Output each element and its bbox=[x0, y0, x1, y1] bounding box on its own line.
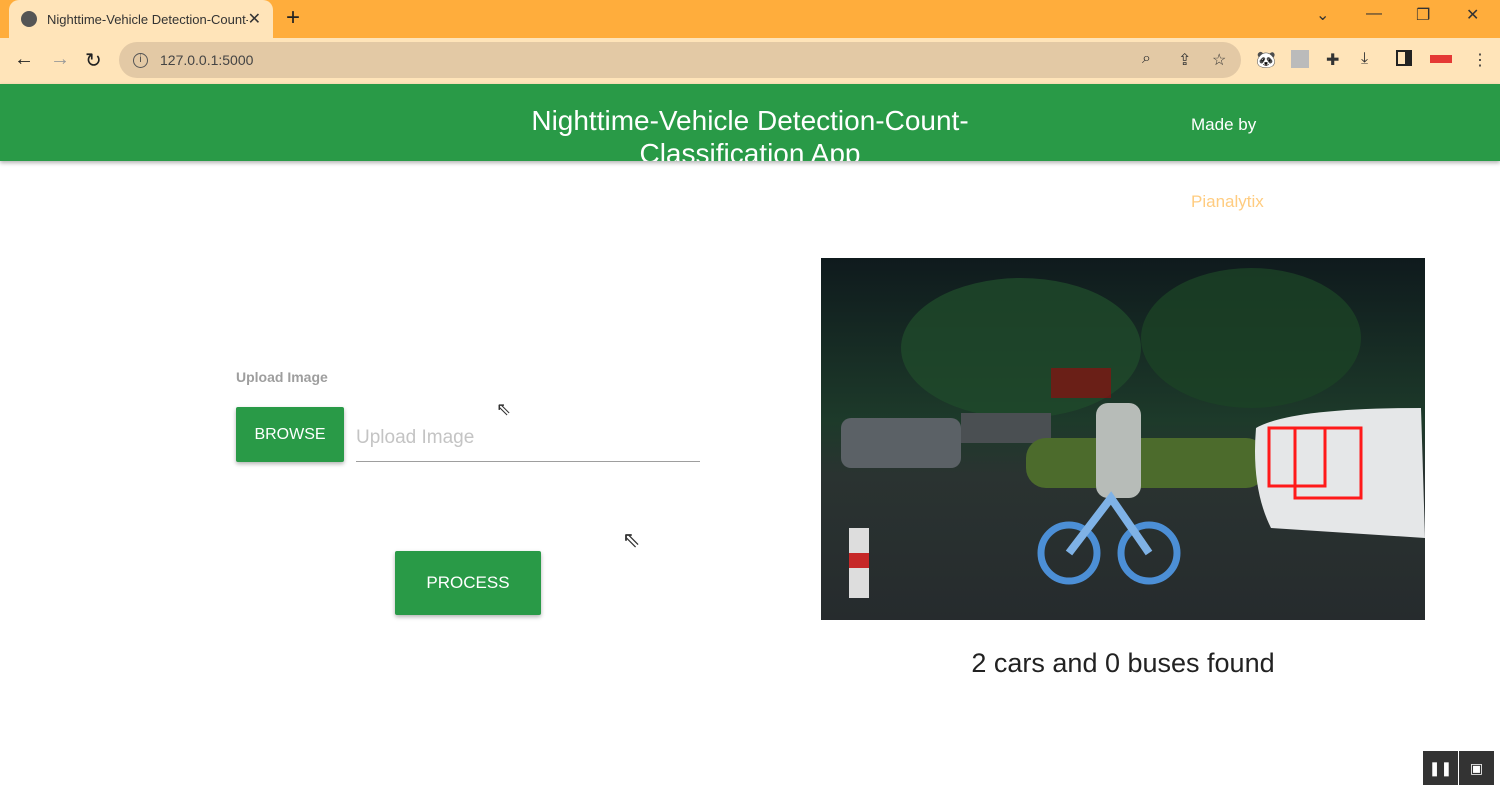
upload-label: Upload Image bbox=[236, 369, 328, 385]
close-tab-icon[interactable]: ✕ bbox=[248, 9, 261, 29]
globe-icon bbox=[21, 11, 37, 27]
app-header: Nighttime-Vehicle Detection-Count-Classi… bbox=[0, 84, 1500, 161]
bookmark-star-icon[interactable]: ☆ bbox=[1212, 50, 1226, 70]
author-link[interactable]: Pianalytix bbox=[1191, 192, 1264, 212]
mouse-cursor-icon: ⇖ bbox=[622, 527, 641, 552]
picture-in-picture-icon[interactable]: ▣ bbox=[1459, 751, 1494, 785]
recording-extension-icon[interactable] bbox=[1430, 55, 1452, 63]
browser-toolbar: ← → ↻ i 127.0.0.1:5000 ⌕ ⇪ ☆ 🐼 ✚ ⤓ ⋮ bbox=[0, 38, 1500, 84]
restore-icon[interactable]: ❐ bbox=[1416, 5, 1430, 25]
app-title: Nighttime-Vehicle Detection-Count-Classi… bbox=[531, 105, 969, 161]
zoom-icon[interactable]: ⌕ bbox=[1142, 50, 1151, 68]
minimize-icon[interactable]: — bbox=[1366, 5, 1382, 23]
new-tab-button[interactable]: + bbox=[286, 4, 300, 32]
reload-icon[interactable]: ↻ bbox=[85, 48, 102, 73]
result-text: 2 cars and 0 buses found bbox=[971, 648, 1275, 678]
address-bar[interactable]: i 127.0.0.1:5000 bbox=[119, 42, 1241, 78]
share-icon[interactable]: ⇪ bbox=[1178, 50, 1191, 70]
tab-title: Nighttime-Vehicle Detection-Count-Classi… bbox=[47, 11, 248, 27]
panda-extension-icon[interactable]: 🐼 bbox=[1256, 50, 1276, 70]
tab-bar: Nighttime-Vehicle Detection-Count-Classi… bbox=[0, 0, 1500, 38]
tab-search-icon[interactable]: ⌄ bbox=[1316, 5, 1329, 25]
pause-icon[interactable]: ❚❚ bbox=[1423, 751, 1458, 785]
mouse-cursor-icon: ⇖ bbox=[496, 399, 512, 419]
back-icon[interactable]: ← bbox=[14, 48, 34, 71]
upload-image-input[interactable] bbox=[356, 414, 700, 462]
result-image bbox=[821, 258, 1425, 620]
made-by-label: Made by bbox=[1191, 115, 1257, 134]
browser-tab[interactable]: Nighttime-Vehicle Detection-Count-Classi… bbox=[9, 0, 273, 38]
browse-button[interactable]: BROWSE bbox=[236, 407, 344, 462]
menu-icon[interactable]: ⋮ bbox=[1472, 50, 1488, 70]
process-button[interactable]: PROCESS bbox=[395, 551, 541, 615]
url-text: 127.0.0.1:5000 bbox=[160, 52, 254, 68]
download-icon[interactable]: ⤓ bbox=[1361, 50, 1368, 68]
profile-extension-icon[interactable] bbox=[1291, 50, 1309, 68]
side-panel-icon[interactable] bbox=[1396, 50, 1412, 66]
extensions-puzzle-icon[interactable]: ✚ bbox=[1326, 50, 1339, 70]
close-window-icon[interactable]: ✕ bbox=[1466, 5, 1479, 25]
forward-icon[interactable]: → bbox=[50, 48, 70, 71]
info-icon[interactable]: i bbox=[133, 52, 148, 68]
